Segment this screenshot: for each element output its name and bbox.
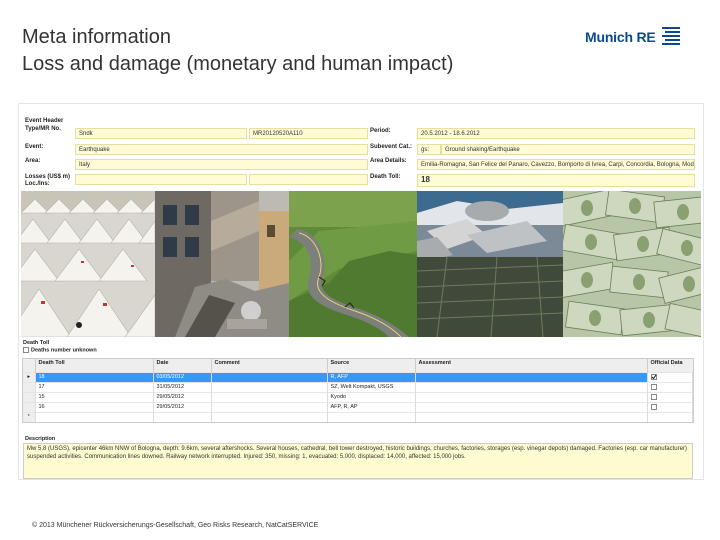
logo-mark-icon	[661, 27, 680, 45]
cell-death-toll[interactable]: 16	[35, 401, 154, 412]
losses-local-field[interactable]	[75, 174, 247, 185]
cell-new[interactable]	[35, 411, 154, 422]
table-row[interactable]: 16 29/05/2012 AFP, R, AP	[23, 401, 693, 412]
cell-death-toll[interactable]: 17	[35, 381, 154, 392]
photo-strip	[21, 191, 701, 337]
title-line-1: Meta information	[22, 26, 171, 48]
subevent-field[interactable]: Ground shaking/Earthquake	[441, 144, 695, 155]
cell-source[interactable]: SZ, Welt Kompakt, USGS	[327, 381, 416, 392]
logo-text: Munich RE	[585, 29, 656, 45]
cell-new[interactable]	[647, 411, 693, 422]
death-toll-section-label: Death Toll	[23, 340, 50, 346]
row-marker-icon: ▸	[23, 371, 36, 382]
col-date[interactable]: Date	[153, 359, 212, 372]
deaths-unknown-checkbox[interactable]	[23, 347, 29, 353]
cell-assessment[interactable]	[415, 401, 648, 412]
event-field[interactable]: Earthquake	[75, 144, 368, 155]
cell-death-toll[interactable]: 15	[35, 391, 154, 402]
official-checkbox[interactable]	[650, 403, 657, 410]
col-source[interactable]: Source	[327, 359, 416, 372]
type-field[interactable]: Sndk	[75, 128, 247, 139]
tents-photo	[21, 191, 155, 337]
row-indicator	[23, 381, 36, 392]
official-checkbox[interactable]	[650, 393, 657, 400]
description-label: Description	[25, 436, 56, 442]
official-checkbox[interactable]	[650, 383, 657, 390]
period-label: Period:	[370, 128, 391, 134]
death-toll-label: Death Toll:	[370, 174, 401, 180]
deaths-unknown-label: Deaths number unknown	[31, 347, 97, 354]
table-row[interactable]: ▸ 18 03/05/2012 R, AFP	[23, 371, 693, 382]
type-label: Type/MR No.	[25, 126, 61, 132]
table-row[interactable]: 15 29/05/2012 Kyodo	[23, 391, 693, 402]
death-toll-grid: Death Toll Date Comment Source Assessmen…	[22, 358, 694, 423]
table-row[interactable]: 17 31/05/2012 SZ, Welt Kompakt, USGS	[23, 381, 693, 392]
col-official-data[interactable]: Official Data	[647, 359, 693, 372]
subevent-code-field[interactable]: gs:	[417, 144, 441, 155]
title-line-2: Loss and damage (monetary and human impa…	[22, 53, 454, 75]
cell-source[interactable]: Kyodo	[327, 391, 416, 402]
row-indicator	[23, 391, 36, 402]
cell-date[interactable]: 03/05/2012	[153, 371, 212, 382]
row-indicator-header	[23, 359, 36, 372]
description-field[interactable]: Mw 5.8 (USGS), epicenter 46km NNW of Bol…	[23, 443, 693, 479]
cell-new[interactable]	[211, 411, 328, 422]
cell-new[interactable]	[153, 411, 212, 422]
collapsed-building-photo	[155, 191, 289, 337]
new-row-marker: *	[23, 411, 36, 422]
money-photo	[563, 191, 701, 337]
losses-label: Losses (US$ m) Loc./Ins:	[25, 174, 71, 187]
cell-official[interactable]	[647, 371, 693, 382]
cell-source[interactable]: AFP, R, AP	[327, 401, 416, 412]
event-header-label: Event Header	[25, 118, 64, 124]
cell-official[interactable]	[647, 381, 693, 392]
row-indicator	[23, 401, 36, 412]
area-details-field[interactable]: Emilia-Romagna, San Felice del Panaro, C…	[417, 159, 695, 170]
footer-copyright: © 2013 Münchener Rückversicherungs-Gesel…	[32, 522, 319, 529]
natcat-screenshot-panel: Event Header Type/MR No. Sndk MR20120520…	[18, 103, 704, 480]
grid-header-row: Death Toll Date Comment Source Assessmen…	[23, 359, 693, 372]
area-details-label: Area Details:	[370, 158, 407, 164]
cell-date[interactable]: 29/05/2012	[153, 401, 212, 412]
slide-title: Meta information Loss and damage (moneta…	[22, 24, 453, 78]
official-checkbox-checked[interactable]	[650, 373, 657, 380]
period-field[interactable]: 20.5.2012 - 18.6.2012	[417, 128, 695, 139]
subevent-label: Subevent Cat.:	[370, 144, 413, 150]
new-row[interactable]: *	[23, 411, 693, 422]
cell-assessment[interactable]	[415, 381, 648, 392]
mr-no-field[interactable]: MR20120520A110	[249, 128, 368, 139]
area-field[interactable]: Italy	[75, 159, 368, 170]
death-toll-field[interactable]: 18	[417, 174, 695, 187]
cell-comment[interactable]	[211, 401, 328, 412]
cell-date[interactable]: 29/05/2012	[153, 391, 212, 402]
cell-comment[interactable]	[211, 391, 328, 402]
cell-source[interactable]: R, AFP	[327, 371, 416, 382]
cell-official[interactable]	[647, 401, 693, 412]
cell-assessment[interactable]	[415, 371, 648, 382]
damaged-ships-photo	[417, 191, 563, 337]
cracked-road-photo	[289, 191, 417, 337]
cell-date[interactable]: 31/05/2012	[153, 381, 212, 392]
col-comment[interactable]: Comment	[211, 359, 328, 372]
munich-re-logo: Munich RE	[585, 26, 682, 48]
cell-comment[interactable]	[211, 371, 328, 382]
col-assessment[interactable]: Assessment	[415, 359, 648, 372]
event-label: Event:	[25, 144, 44, 150]
cell-death-toll[interactable]: 18	[35, 371, 154, 382]
cell-comment[interactable]	[211, 381, 328, 392]
area-label: Area:	[25, 158, 41, 164]
cell-assessment[interactable]	[415, 391, 648, 402]
cell-official[interactable]	[647, 391, 693, 402]
cell-new[interactable]	[415, 411, 648, 422]
cell-new[interactable]	[327, 411, 416, 422]
col-death-toll[interactable]: Death Toll	[35, 359, 154, 372]
deaths-unknown-row: Deaths number unknown	[23, 347, 97, 353]
losses-insured-field[interactable]	[249, 174, 368, 185]
